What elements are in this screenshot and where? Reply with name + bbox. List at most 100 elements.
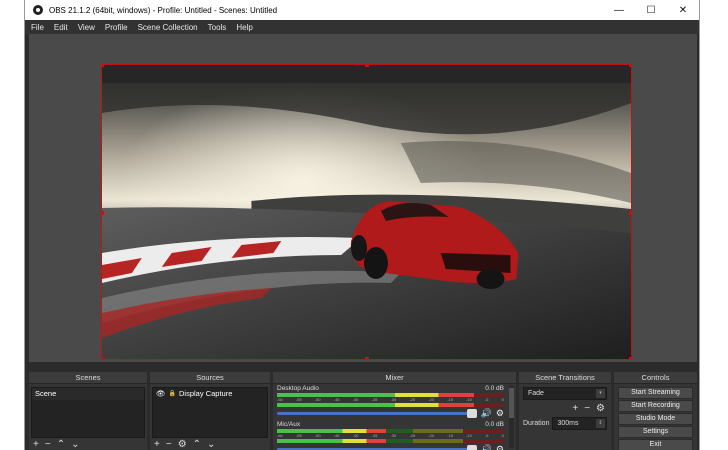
meter-tick-label: -35 — [371, 433, 378, 438]
meter-tick-label: -50 — [314, 397, 321, 402]
meter-ticks: -60 -55 -50 -45 -40 -35 -30 -25 -20 -15 -10 -5 0 — [277, 397, 504, 402]
resize-handle[interactable] — [365, 65, 369, 67]
meter-tick-label: -25 — [409, 397, 416, 402]
chevron-down-icon[interactable]: ⌄ — [71, 439, 79, 450]
meter-tick-label: -5 — [484, 397, 489, 402]
speaker-icon[interactable]: 🔊 — [481, 444, 492, 450]
meter-level — [277, 393, 475, 397]
chevron-up-icon[interactable]: ⌃ — [193, 439, 201, 450]
settings-button[interactable]: Settings — [618, 426, 693, 438]
preview-letterbox — [102, 65, 631, 83]
gear-icon[interactable]: ⚙ — [596, 403, 605, 414]
controls-title: Controls — [614, 372, 697, 384]
resize-handle[interactable] — [102, 65, 104, 67]
gear-icon[interactable]: ⚙ — [496, 408, 504, 419]
menu-file[interactable]: File — [31, 23, 44, 32]
meter-tick-label: -50 — [314, 433, 321, 438]
meter-tick-label: -45 — [333, 397, 340, 402]
studio-mode-button[interactable]: Studio Mode — [618, 413, 693, 425]
scenes-title: Scenes — [29, 372, 147, 384]
chevron-up-icon[interactable]: ⌃ — [57, 439, 65, 450]
resize-handle[interactable] — [629, 357, 631, 359]
mixer-scrollbar[interactable] — [509, 386, 514, 448]
resize-handle[interactable] — [365, 357, 369, 359]
meter-tick-label: -45 — [333, 433, 340, 438]
sources-dock: Sources 👁 🔒 Display Capture + − ⚙ ⌃ ⌄ — [150, 372, 270, 450]
meter-ticks: -60 -55 -50 -45 -40 -35 -30 -25 -20 -15 -10 -5 0 — [277, 433, 504, 438]
meter-tick-label: 0 — [501, 397, 504, 402]
obs-logo-icon — [33, 5, 43, 15]
menu-bar: File Edit View Profile Scene Collection … — [25, 20, 699, 34]
add-icon[interactable]: + — [572, 403, 578, 414]
start-streaming-button[interactable]: Start Streaming — [618, 387, 693, 399]
transitions-title: Scene Transitions — [519, 372, 611, 384]
meter-tick-label: -60 — [277, 397, 283, 402]
menu-help[interactable]: Help — [236, 23, 252, 32]
meter-tick-label: -55 — [295, 397, 302, 402]
remove-icon[interactable]: − — [166, 439, 172, 450]
duration-input[interactable]: 300ms ⇕ — [552, 417, 607, 430]
meter-tick-label: -10 — [466, 433, 472, 438]
list-item[interactable]: 👁 🔒 Display Capture — [153, 388, 267, 400]
meter-tick-label: -15 — [447, 433, 453, 438]
speaker-icon[interactable]: 🔊 — [481, 408, 492, 419]
dock-panels: Scenes Scene + − ⌃ ⌄ Sources 👁 🔒 Display… — [29, 372, 697, 450]
add-icon[interactable]: + — [33, 439, 39, 450]
remove-icon[interactable]: − — [45, 439, 51, 450]
menu-view[interactable]: View — [78, 23, 95, 32]
resize-handle[interactable] — [629, 65, 631, 67]
chevron-down-icon[interactable]: ⌄ — [207, 439, 215, 450]
maximize-button[interactable]: ☐ — [635, 0, 667, 20]
meter-level — [277, 429, 386, 433]
meter-tick-label: -25 — [409, 433, 416, 438]
resize-handle[interactable] — [102, 211, 104, 215]
meter-tick-label: -20 — [428, 433, 435, 438]
menu-scene-collection[interactable]: Scene Collection — [138, 23, 198, 32]
resize-handle[interactable] — [629, 211, 631, 215]
scenes-list[interactable]: Scene — [31, 387, 145, 438]
minimize-button[interactable]: — — [603, 0, 635, 20]
mixer-channel-mic-aux: Mic/Aux 0.0 dB -60 -55 -50 -45 -40 -35 -30 -25-… — [273, 420, 516, 450]
exit-button[interactable]: Exit — [618, 439, 693, 450]
eye-icon[interactable]: 👁 — [156, 388, 166, 400]
sources-list[interactable]: 👁 🔒 Display Capture — [152, 387, 268, 438]
gear-icon[interactable]: ⚙ — [496, 444, 504, 450]
menu-tools[interactable]: Tools — [208, 23, 227, 32]
meter-tick-label: -40 — [352, 433, 359, 438]
channel-name: Mic/Aux — [277, 421, 301, 428]
mixer-title: Mixer — [273, 372, 516, 384]
menu-profile[interactable]: Profile — [105, 23, 128, 32]
preview-area[interactable] — [29, 34, 697, 362]
start-recording-button[interactable]: Start Recording — [618, 400, 693, 412]
gear-icon[interactable]: ⚙ — [178, 439, 187, 450]
scrollbar-thumb[interactable] — [509, 388, 514, 418]
slider-handle[interactable] — [466, 445, 477, 450]
preview-canvas[interactable] — [101, 64, 632, 360]
meter-tick-label: -30 — [390, 397, 397, 402]
list-item[interactable]: Scene — [32, 388, 144, 400]
menu-edit[interactable]: Edit — [54, 23, 68, 32]
meter-tick-label: -15 — [447, 397, 453, 402]
scene-transitions-dock: Scene Transitions Fade ▾ + − ⚙ Duration … — [519, 372, 611, 450]
duration-label: Duration — [523, 420, 550, 427]
mixer-channel-desktop-audio: Desktop Audio 0.0 dB -60 -55 -50 -45 -40 -35-… — [273, 384, 516, 420]
resize-handle[interactable] — [102, 357, 104, 359]
add-icon[interactable]: + — [154, 439, 160, 450]
remove-icon[interactable]: − — [584, 403, 590, 414]
duration-value: 300ms — [557, 420, 579, 427]
title-bar: OBS 21.1.2 (64bit, windows) - Profile: U… — [24, 0, 700, 20]
volume-meter — [277, 393, 504, 397]
meter-level — [277, 439, 386, 443]
spinner-icon[interactable]: ⇕ — [596, 419, 605, 428]
volume-slider[interactable] — [277, 409, 477, 418]
transition-select[interactable]: Fade ▾ — [523, 387, 607, 400]
volume-meter — [277, 403, 504, 407]
meter-tick-label: -20 — [428, 397, 435, 402]
close-button[interactable]: ✕ — [667, 0, 699, 20]
window-title: OBS 21.1.2 (64bit, windows) - Profile: U… — [49, 5, 278, 15]
slider-handle[interactable] — [466, 409, 477, 418]
meter-tick-label: -35 — [371, 397, 378, 402]
volume-meter — [277, 429, 504, 433]
channel-db: 0.0 dB — [485, 421, 504, 428]
lock-icon[interactable]: 🔒 — [169, 388, 176, 400]
